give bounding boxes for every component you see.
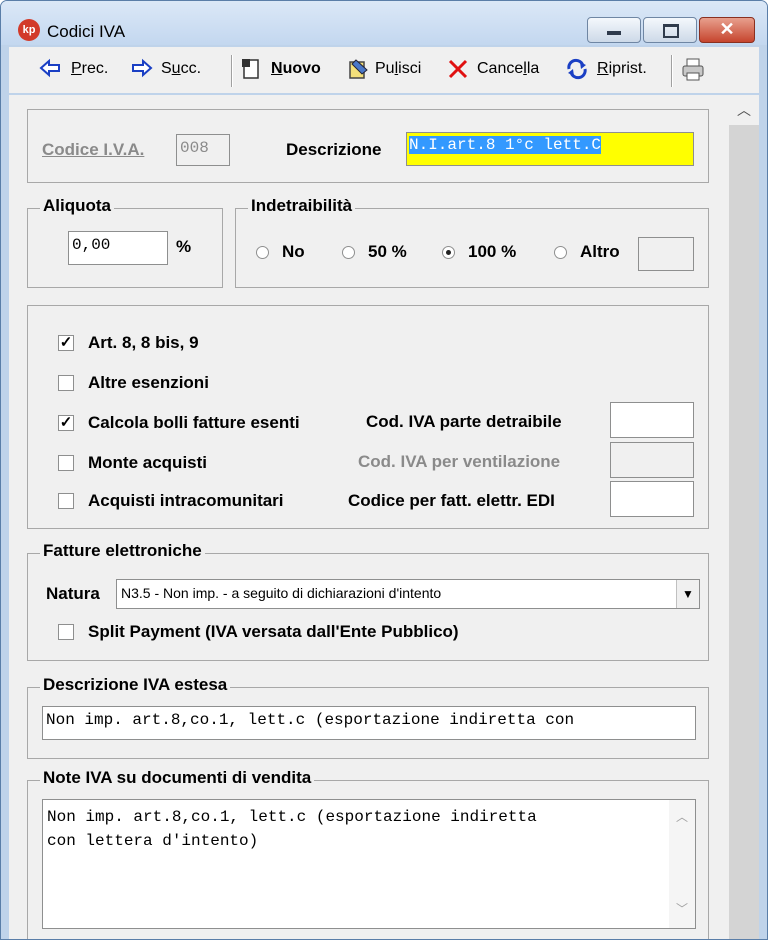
fatture-elettroniche-group: Fatture elettroniche Natura N3.5 - Non i… (27, 541, 709, 661)
codici-iva-window: kp Codici IVA ✕ Prec. Succ. Nuovo Pulisc… (0, 0, 768, 940)
new-label: Nuovo (271, 60, 321, 77)
restore-label: Riprist. (597, 60, 647, 77)
printer-icon (682, 58, 704, 81)
indetraibilita-legend: Indetraibilità (248, 196, 356, 216)
arrow-left-icon (39, 58, 60, 78)
altre-esenzioni-checkbox[interactable] (58, 375, 74, 391)
indetraibilita-no-radio[interactable] (256, 246, 269, 259)
window-title: Codici IVA (47, 22, 126, 41)
altre-esenzioni-label: Altre esenzioni (88, 373, 209, 392)
delete-x-icon (448, 59, 468, 79)
minimize-button[interactable] (587, 17, 641, 43)
descrizione-estesa-field[interactable]: Non imp. art.8,co.1, lett.c (esportazion… (42, 706, 696, 740)
prev-label: Prec. (71, 60, 109, 77)
delete-label: Cancella (477, 60, 540, 77)
monte-acquisti-checkbox[interactable] (58, 455, 74, 471)
note-legend: Note IVA su documenti di vendita (40, 768, 315, 788)
percent-label: % (176, 237, 192, 256)
indetraibilita-altro-radio[interactable] (554, 246, 567, 259)
print-button[interactable] (679, 47, 709, 93)
fatture-legend: Fatture elettroniche (40, 541, 205, 561)
art8-checkbox[interactable]: ✓ (58, 335, 74, 351)
descrizione-estesa-legend: Descrizione IVA estesa (40, 675, 231, 695)
chevron-down-icon[interactable]: ▼ (676, 580, 699, 608)
cod-ventilazione-field (610, 442, 694, 478)
note-scrollbar[interactable]: ︿ ﹀ (669, 800, 695, 928)
cod-detraibile-label: Cod. IVA parte detraibile (366, 412, 562, 431)
toolbar-separator (671, 55, 673, 87)
indetraibilita-100-label: 100 % (468, 242, 517, 261)
bolli-label: Calcola bolli fatture esenti (88, 413, 300, 432)
monte-acquisti-label: Monte acquisti (88, 453, 208, 472)
split-payment-label: Split Payment (IVA versata dall'Ente Pub… (88, 622, 459, 641)
window-vertical-scrollbar[interactable]: ︿ (729, 95, 759, 939)
descrizione-estesa-group: Descrizione IVA estesa Non imp. art.8,co… (27, 675, 709, 759)
new-document-icon (242, 59, 259, 79)
description-label: Descrizione (286, 140, 382, 159)
scroll-up-icon[interactable]: ︿ (729, 95, 759, 125)
indetraibilita-50-radio[interactable] (342, 246, 355, 259)
refresh-icon (567, 58, 587, 80)
natura-value: N3.5 - Non imp. - a seguito di dichiaraz… (121, 585, 442, 601)
cod-edi-label: Codice per fatt. elettr. EDI (348, 491, 555, 510)
minimize-icon (607, 31, 621, 35)
close-icon: ✕ (719, 19, 735, 39)
indetraibilita-altro-label: Altro (580, 242, 620, 261)
note-line-2: con lettera d'intento) (47, 832, 259, 850)
intracomunitari-checkbox[interactable] (58, 493, 74, 509)
toolbar-separator (231, 55, 233, 87)
close-button[interactable]: ✕ (699, 17, 755, 43)
intracomunitari-label: Acquisti intracomunitari (88, 491, 284, 510)
app-logo-icon: kp (18, 19, 40, 41)
note-textarea[interactable]: Non imp. art.8,co.1, lett.c (esportazion… (42, 799, 696, 929)
delete-button[interactable]: Cancella (447, 47, 555, 93)
next-label: Succ. (161, 60, 202, 77)
natura-label: Natura (46, 584, 100, 603)
bolli-checkbox[interactable]: ✓ (58, 415, 74, 431)
split-payment-checkbox[interactable] (58, 624, 74, 640)
art8-label: Art. 8, 8 bis, 9 (88, 333, 199, 352)
code-field: 008 (176, 134, 230, 166)
clean-label: Pulisci (375, 60, 422, 77)
next-button[interactable]: Succ. (131, 47, 223, 93)
header-panel: Codice I.V.A. 008 Descrizione N.I.art.8 … (27, 109, 709, 183)
indetraibilita-no-label: No (282, 242, 305, 261)
prev-button[interactable]: Prec. (39, 47, 121, 93)
clean-button[interactable]: Pulisci (347, 47, 443, 93)
scroll-up-icon[interactable]: ︿ (669, 806, 695, 830)
aliquota-group: Aliquota 0,00 % (27, 196, 223, 288)
scroll-down-icon[interactable]: ﹀ (669, 898, 695, 922)
new-button[interactable]: Nuovo (241, 47, 341, 93)
restore-button[interactable]: Riprist. (565, 47, 665, 93)
arrow-right-icon (132, 58, 153, 78)
form-area: Codice I.V.A. 008 Descrizione N.I.art.8 … (9, 95, 729, 939)
title-bar[interactable]: kp Codici IVA ✕ (1, 1, 767, 45)
altro-field (638, 237, 694, 271)
toolbar: Prec. Succ. Nuovo Pulisci Cancella Ripri… (9, 47, 759, 93)
maximize-button[interactable] (643, 17, 697, 43)
indetraibilita-100-radio[interactable] (442, 246, 455, 259)
aliquota-input[interactable]: 0,00 (68, 231, 168, 265)
indetraibilita-group: Indetraibilità No 50 % 100 % Altro (235, 196, 709, 288)
indetraibilita-50-label: 50 % (368, 242, 407, 261)
natura-select[interactable]: N3.5 - Non imp. - a seguito di dichiaraz… (116, 579, 700, 609)
flags-panel: ✓ Art. 8, 8 bis, 9 Altre esenzioni ✓ Cal… (27, 305, 709, 529)
cod-detraibile-field[interactable] (610, 402, 694, 438)
maximize-icon (663, 24, 679, 38)
code-label: Codice I.V.A. (42, 140, 145, 159)
cod-edi-field[interactable] (610, 481, 694, 517)
eraser-icon (349, 59, 368, 79)
description-field[interactable]: N.I.art.8 1°c lett.C (406, 132, 694, 166)
cod-ventilazione-label: Cod. IVA per ventilazione (358, 452, 561, 471)
aliquota-legend: Aliquota (40, 196, 114, 216)
note-group: Note IVA su documenti di vendita Non imp… (27, 768, 709, 939)
note-line-1: Non imp. art.8,co.1, lett.c (esportazion… (47, 808, 537, 826)
